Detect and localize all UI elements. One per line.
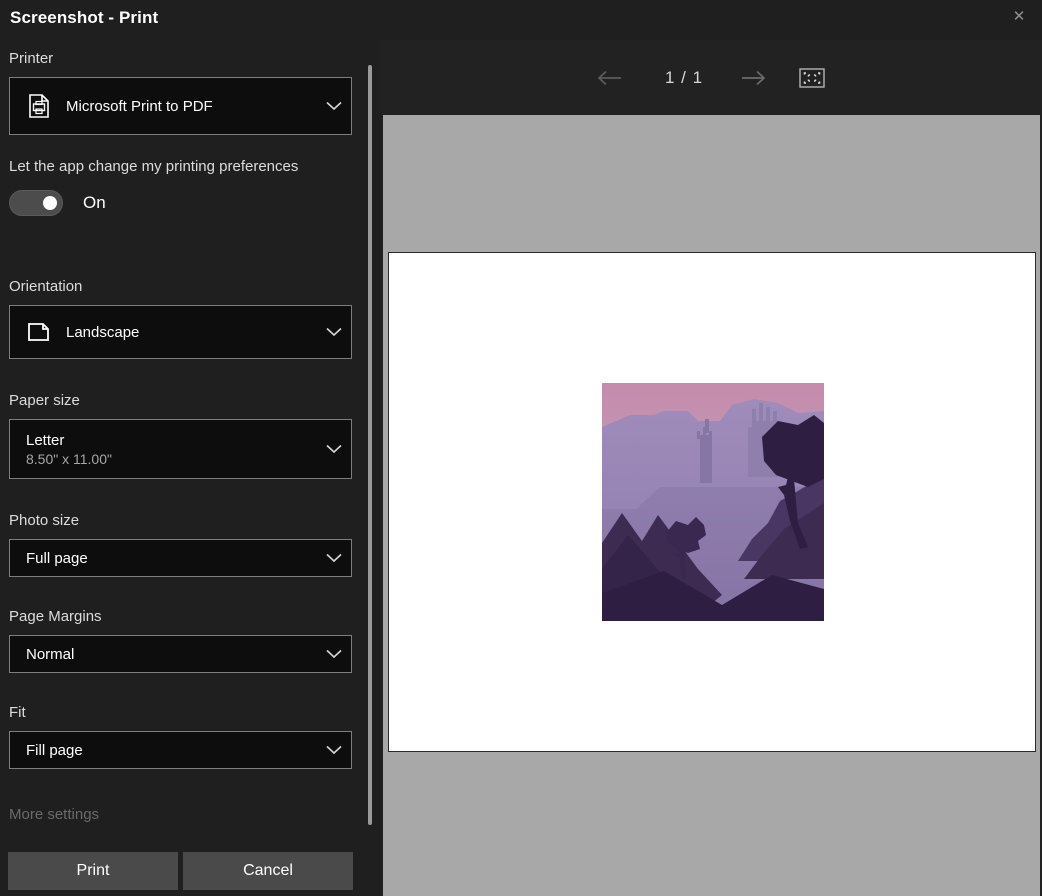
settings-sidebar: Printer Microsoft Print to PDF bbox=[0, 40, 380, 896]
preferences-toggle-row: On bbox=[9, 190, 106, 216]
paper-size-select[interactable]: Letter 8.50" x 11.00" bbox=[9, 419, 352, 479]
close-icon[interactable]: ✕ bbox=[996, 0, 1042, 32]
orientation-label: Orientation bbox=[9, 278, 82, 295]
preferences-toggle[interactable] bbox=[9, 190, 63, 216]
preview-toolbar: 1 / 1 bbox=[381, 40, 1042, 115]
chevron-down-icon bbox=[317, 420, 351, 478]
preview-artwork bbox=[602, 383, 824, 621]
chevron-down-icon bbox=[317, 732, 351, 768]
printer-value: Microsoft Print to PDF bbox=[66, 98, 317, 115]
dialog-button-bar: Print Cancel bbox=[0, 844, 380, 896]
orientation-value: Landscape bbox=[66, 324, 317, 341]
photo-size-label: Photo size bbox=[9, 512, 79, 529]
landscape-page-icon bbox=[26, 319, 52, 345]
sidebar-scrollbar[interactable] bbox=[368, 65, 372, 825]
previous-page-button[interactable] bbox=[593, 61, 627, 95]
toggle-knob bbox=[43, 196, 57, 210]
photo-size-select[interactable]: Full page bbox=[9, 539, 352, 577]
more-settings-link[interactable]: More settings bbox=[9, 806, 99, 823]
fit-label: Fit bbox=[9, 704, 26, 721]
printer-document-icon bbox=[26, 93, 52, 119]
chevron-down-icon bbox=[317, 540, 351, 576]
title-bar: Screenshot - Print ✕ bbox=[0, 0, 1042, 40]
next-page-button[interactable] bbox=[736, 61, 770, 95]
cancel-button[interactable]: Cancel bbox=[183, 852, 353, 890]
preview-canvas bbox=[383, 115, 1040, 896]
chevron-down-icon bbox=[317, 306, 351, 358]
chevron-down-icon bbox=[317, 78, 351, 134]
paper-size-dimensions: 8.50" x 11.00" bbox=[26, 451, 317, 467]
fit-value: Fill page bbox=[26, 742, 317, 759]
fit-to-page-icon[interactable] bbox=[795, 63, 829, 93]
print-dialog: Screenshot - Print ✕ Printer Microso bbox=[0, 0, 1042, 896]
print-preview-pane: 1 / 1 bbox=[381, 40, 1042, 896]
paper-size-label: Paper size bbox=[9, 392, 80, 409]
printer-select[interactable]: Microsoft Print to PDF bbox=[9, 77, 352, 135]
page-title: Screenshot - Print bbox=[10, 8, 158, 28]
print-button[interactable]: Print bbox=[8, 852, 178, 890]
paper-size-value: Letter bbox=[26, 432, 317, 449]
page-margins-value: Normal bbox=[26, 646, 317, 663]
page-indicator: 1 / 1 bbox=[639, 68, 729, 88]
printer-label: Printer bbox=[9, 50, 53, 67]
preferences-label: Let the app change my printing preferenc… bbox=[9, 158, 298, 175]
settings-scroll-content: Printer Microsoft Print to PDF bbox=[0, 40, 380, 896]
page-margins-select[interactable]: Normal bbox=[9, 635, 352, 673]
chevron-down-icon bbox=[317, 636, 351, 672]
fit-select[interactable]: Fill page bbox=[9, 731, 352, 769]
page-margins-label: Page Margins bbox=[9, 608, 102, 625]
preview-page[interactable] bbox=[388, 252, 1036, 752]
preferences-toggle-state: On bbox=[83, 193, 106, 213]
purple-mountain-landscape-illustration bbox=[602, 383, 824, 621]
photo-size-value: Full page bbox=[26, 550, 317, 567]
orientation-select[interactable]: Landscape bbox=[9, 305, 352, 359]
